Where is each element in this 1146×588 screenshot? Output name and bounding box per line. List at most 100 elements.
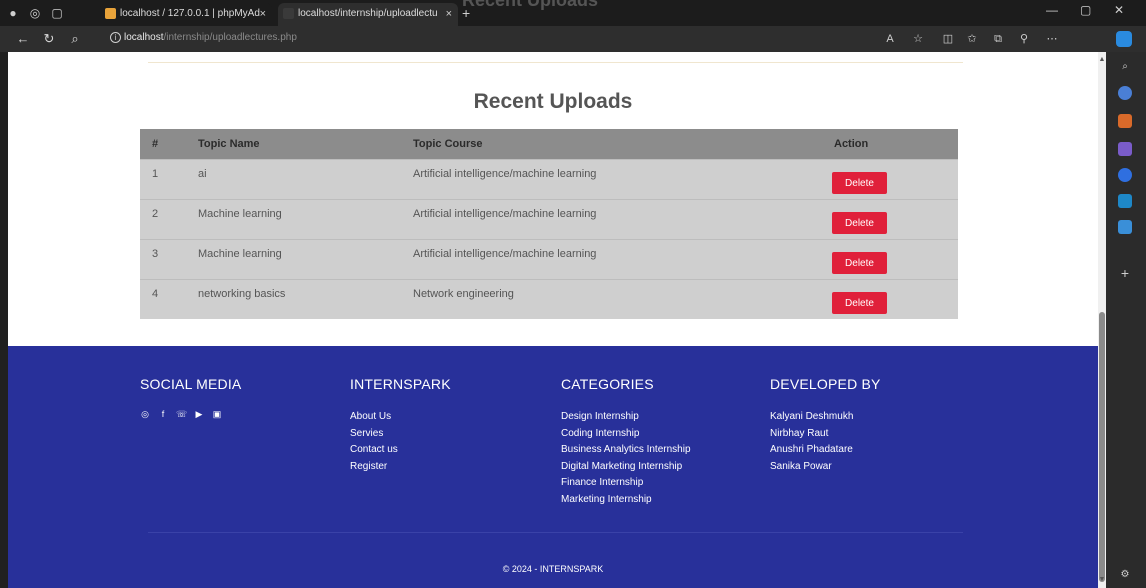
category-link[interactable]: Design Internship bbox=[561, 409, 691, 426]
close-window-icon[interactable]: ✕ bbox=[1114, 3, 1124, 17]
category-link[interactable]: Coding Internship bbox=[561, 426, 691, 443]
developer-name: Anushri Phadatare bbox=[770, 444, 853, 455]
facebook-icon[interactable]: f bbox=[158, 409, 168, 419]
page-title: Recent Uploads bbox=[473, 90, 633, 113]
browser-window: ● ◎ ▢ Recent Uploads localhost / 127.0.0… bbox=[0, 0, 1146, 588]
refresh-icon[interactable]: ↻ bbox=[40, 30, 58, 48]
maximize-icon[interactable]: ▢ bbox=[1080, 3, 1091, 17]
sidebar-shopping-icon[interactable] bbox=[1118, 86, 1132, 100]
collections-icon[interactable]: ⧉ bbox=[990, 31, 1006, 47]
row-number: 2 bbox=[152, 208, 159, 220]
topic-course: Network engineering bbox=[413, 288, 514, 300]
scrollbar-thumb[interactable] bbox=[1099, 312, 1105, 582]
topic-course: Artificial intelligence/machine learning bbox=[413, 208, 597, 220]
scroll-down-icon[interactable]: ▼ bbox=[1098, 576, 1106, 583]
table-row: 2 Machine learning Artificial intelligen… bbox=[140, 199, 958, 239]
footer-link-contact[interactable]: Contact us bbox=[350, 442, 451, 459]
new-tab-button[interactable]: + bbox=[462, 3, 470, 23]
page-favicon-icon bbox=[283, 8, 294, 19]
whatsapp-icon[interactable]: ☏ bbox=[176, 409, 187, 419]
url-host: localhost bbox=[124, 32, 164, 43]
site-info-icon[interactable]: i bbox=[110, 32, 121, 43]
footer-social: SOCIAL MEDIA ◎ f ☏ ▶ ▣ bbox=[140, 376, 241, 419]
delete-button[interactable]: Delete bbox=[832, 252, 887, 274]
url-path: /internship/uploadlectures.php bbox=[163, 32, 297, 43]
site-footer: SOCIAL MEDIA ◎ f ☏ ▶ ▣ INTERNSPARK About… bbox=[8, 346, 1098, 588]
developer-name: Sanika Powar bbox=[770, 460, 832, 472]
footer-link-register[interactable]: Register bbox=[350, 459, 451, 476]
header-topic-name: Topic Name bbox=[198, 138, 260, 150]
tab-uploadlectures[interactable]: localhost/internship/uploadlectu × bbox=[278, 3, 458, 26]
extensions-icon[interactable]: ⚲ bbox=[1016, 31, 1032, 47]
footer-heading: INTERNSPARK bbox=[350, 376, 451, 392]
developer-name: Nirbhay Raut bbox=[770, 427, 829, 439]
divider bbox=[148, 62, 963, 63]
sidebar-settings-icon[interactable]: ⚙ bbox=[1118, 568, 1132, 582]
table-row: 4 networking basics Network engineering … bbox=[140, 279, 958, 319]
tab-actions-icon[interactable]: ▢ bbox=[48, 4, 66, 22]
topic-course: Artificial intelligence/machine learning bbox=[413, 248, 597, 260]
sidebar-add-icon[interactable]: + bbox=[1118, 266, 1132, 280]
header-action: Action bbox=[834, 138, 869, 150]
read-aloud-icon[interactable]: A bbox=[882, 31, 898, 47]
back-icon[interactable]: ← bbox=[14, 30, 32, 48]
search-icon[interactable]: ⌕ bbox=[66, 30, 84, 48]
row-number: 3 bbox=[152, 248, 159, 260]
url-field[interactable]: localhost/internship/uploadlectures.php bbox=[124, 32, 297, 43]
delete-button[interactable]: Delete bbox=[832, 292, 887, 314]
phpmyadmin-favicon-icon bbox=[105, 8, 116, 19]
footer-developers: DEVELOPED BY Kalyani Deshmukh Nirbhay Ra… bbox=[770, 376, 881, 475]
delete-button[interactable]: Delete bbox=[832, 172, 887, 194]
sidebar-search-icon[interactable]: ⌕ bbox=[1118, 60, 1132, 74]
topic-course: Artificial intelligence/machine learning bbox=[413, 168, 597, 180]
footer-heading: SOCIAL MEDIA bbox=[140, 376, 242, 392]
linkedin-icon[interactable]: ▣ bbox=[212, 409, 222, 419]
scroll-up-icon[interactable]: ▲ bbox=[1098, 56, 1106, 63]
tab-close-icon[interactable]: × bbox=[260, 3, 266, 25]
footer-categories: CATEGORIES Design Internship Coding Inte… bbox=[561, 376, 691, 508]
tab-title: localhost / 127.0.0.1 | phpMyAd bbox=[120, 8, 260, 19]
sidebar-copilot-icon[interactable] bbox=[1118, 168, 1132, 182]
more-menu-icon[interactable]: ⋯ bbox=[1044, 31, 1060, 47]
developer-name: Kalyani Deshmukh bbox=[770, 411, 854, 422]
topic-name: networking basics bbox=[198, 288, 286, 300]
sidebar-games-icon[interactable] bbox=[1118, 142, 1132, 156]
youtube-icon[interactable]: ▶ bbox=[194, 409, 204, 419]
category-link[interactable]: Finance Internship bbox=[561, 475, 691, 492]
page-scrollbar[interactable]: ▲ ▼ bbox=[1098, 52, 1106, 588]
tab-title: localhost/internship/uploadlectu bbox=[298, 8, 438, 19]
header-number: # bbox=[152, 138, 159, 150]
address-bar: ← ↻ ⌕ i localhost/internship/uploadlectu… bbox=[0, 26, 1146, 52]
minimize-icon[interactable]: — bbox=[1046, 3, 1058, 17]
copilot-icon[interactable] bbox=[1116, 31, 1132, 47]
row-number: 4 bbox=[152, 288, 159, 300]
sidebar-send-icon[interactable] bbox=[1118, 220, 1132, 234]
tab-close-icon[interactable]: × bbox=[446, 3, 452, 25]
header-topic-course: Topic Course bbox=[413, 138, 483, 150]
tab-phpmyadmin[interactable]: localhost / 127.0.0.1 | phpMyAd × bbox=[100, 3, 272, 26]
footer-link-about[interactable]: About Us bbox=[350, 409, 451, 426]
behind-title-text: Recent Uploads bbox=[462, 0, 599, 10]
footer-link-services[interactable]: Servies bbox=[350, 426, 451, 443]
sidebar-outlook-icon[interactable] bbox=[1118, 194, 1132, 208]
topic-name: ai bbox=[198, 168, 207, 180]
sidebar-tools-icon[interactable] bbox=[1118, 114, 1132, 128]
category-link[interactable]: Business Analytics Internship bbox=[561, 442, 691, 459]
page-viewport: Recent Uploads # Topic Name Topic Course… bbox=[8, 52, 1098, 588]
category-link[interactable]: Digital Marketing Internship bbox=[561, 459, 691, 476]
footer-heading: CATEGORIES bbox=[561, 376, 654, 392]
table-row: 3 Machine learning Artificial intelligen… bbox=[140, 239, 958, 279]
table-row: 1 ai Artificial intelligence/machine lea… bbox=[140, 159, 958, 199]
favorite-star-icon[interactable]: ☆ bbox=[910, 31, 926, 47]
footer-internspark: INTERNSPARK About Us Servies Contact us … bbox=[350, 376, 451, 475]
profile-icon[interactable]: ● bbox=[4, 4, 22, 22]
row-number: 1 bbox=[152, 168, 159, 180]
uploads-table: # Topic Name Topic Course Action 1 ai Ar… bbox=[140, 129, 958, 319]
delete-button[interactable]: Delete bbox=[832, 212, 887, 234]
category-link[interactable]: Marketing Internship bbox=[561, 492, 691, 509]
instagram-icon[interactable]: ◎ bbox=[140, 409, 150, 419]
split-screen-icon[interactable]: ◫ bbox=[940, 31, 956, 47]
favorites-icon[interactable]: ✩ bbox=[964, 31, 980, 47]
workspaces-icon[interactable]: ◎ bbox=[26, 4, 44, 22]
footer-divider bbox=[148, 532, 963, 533]
